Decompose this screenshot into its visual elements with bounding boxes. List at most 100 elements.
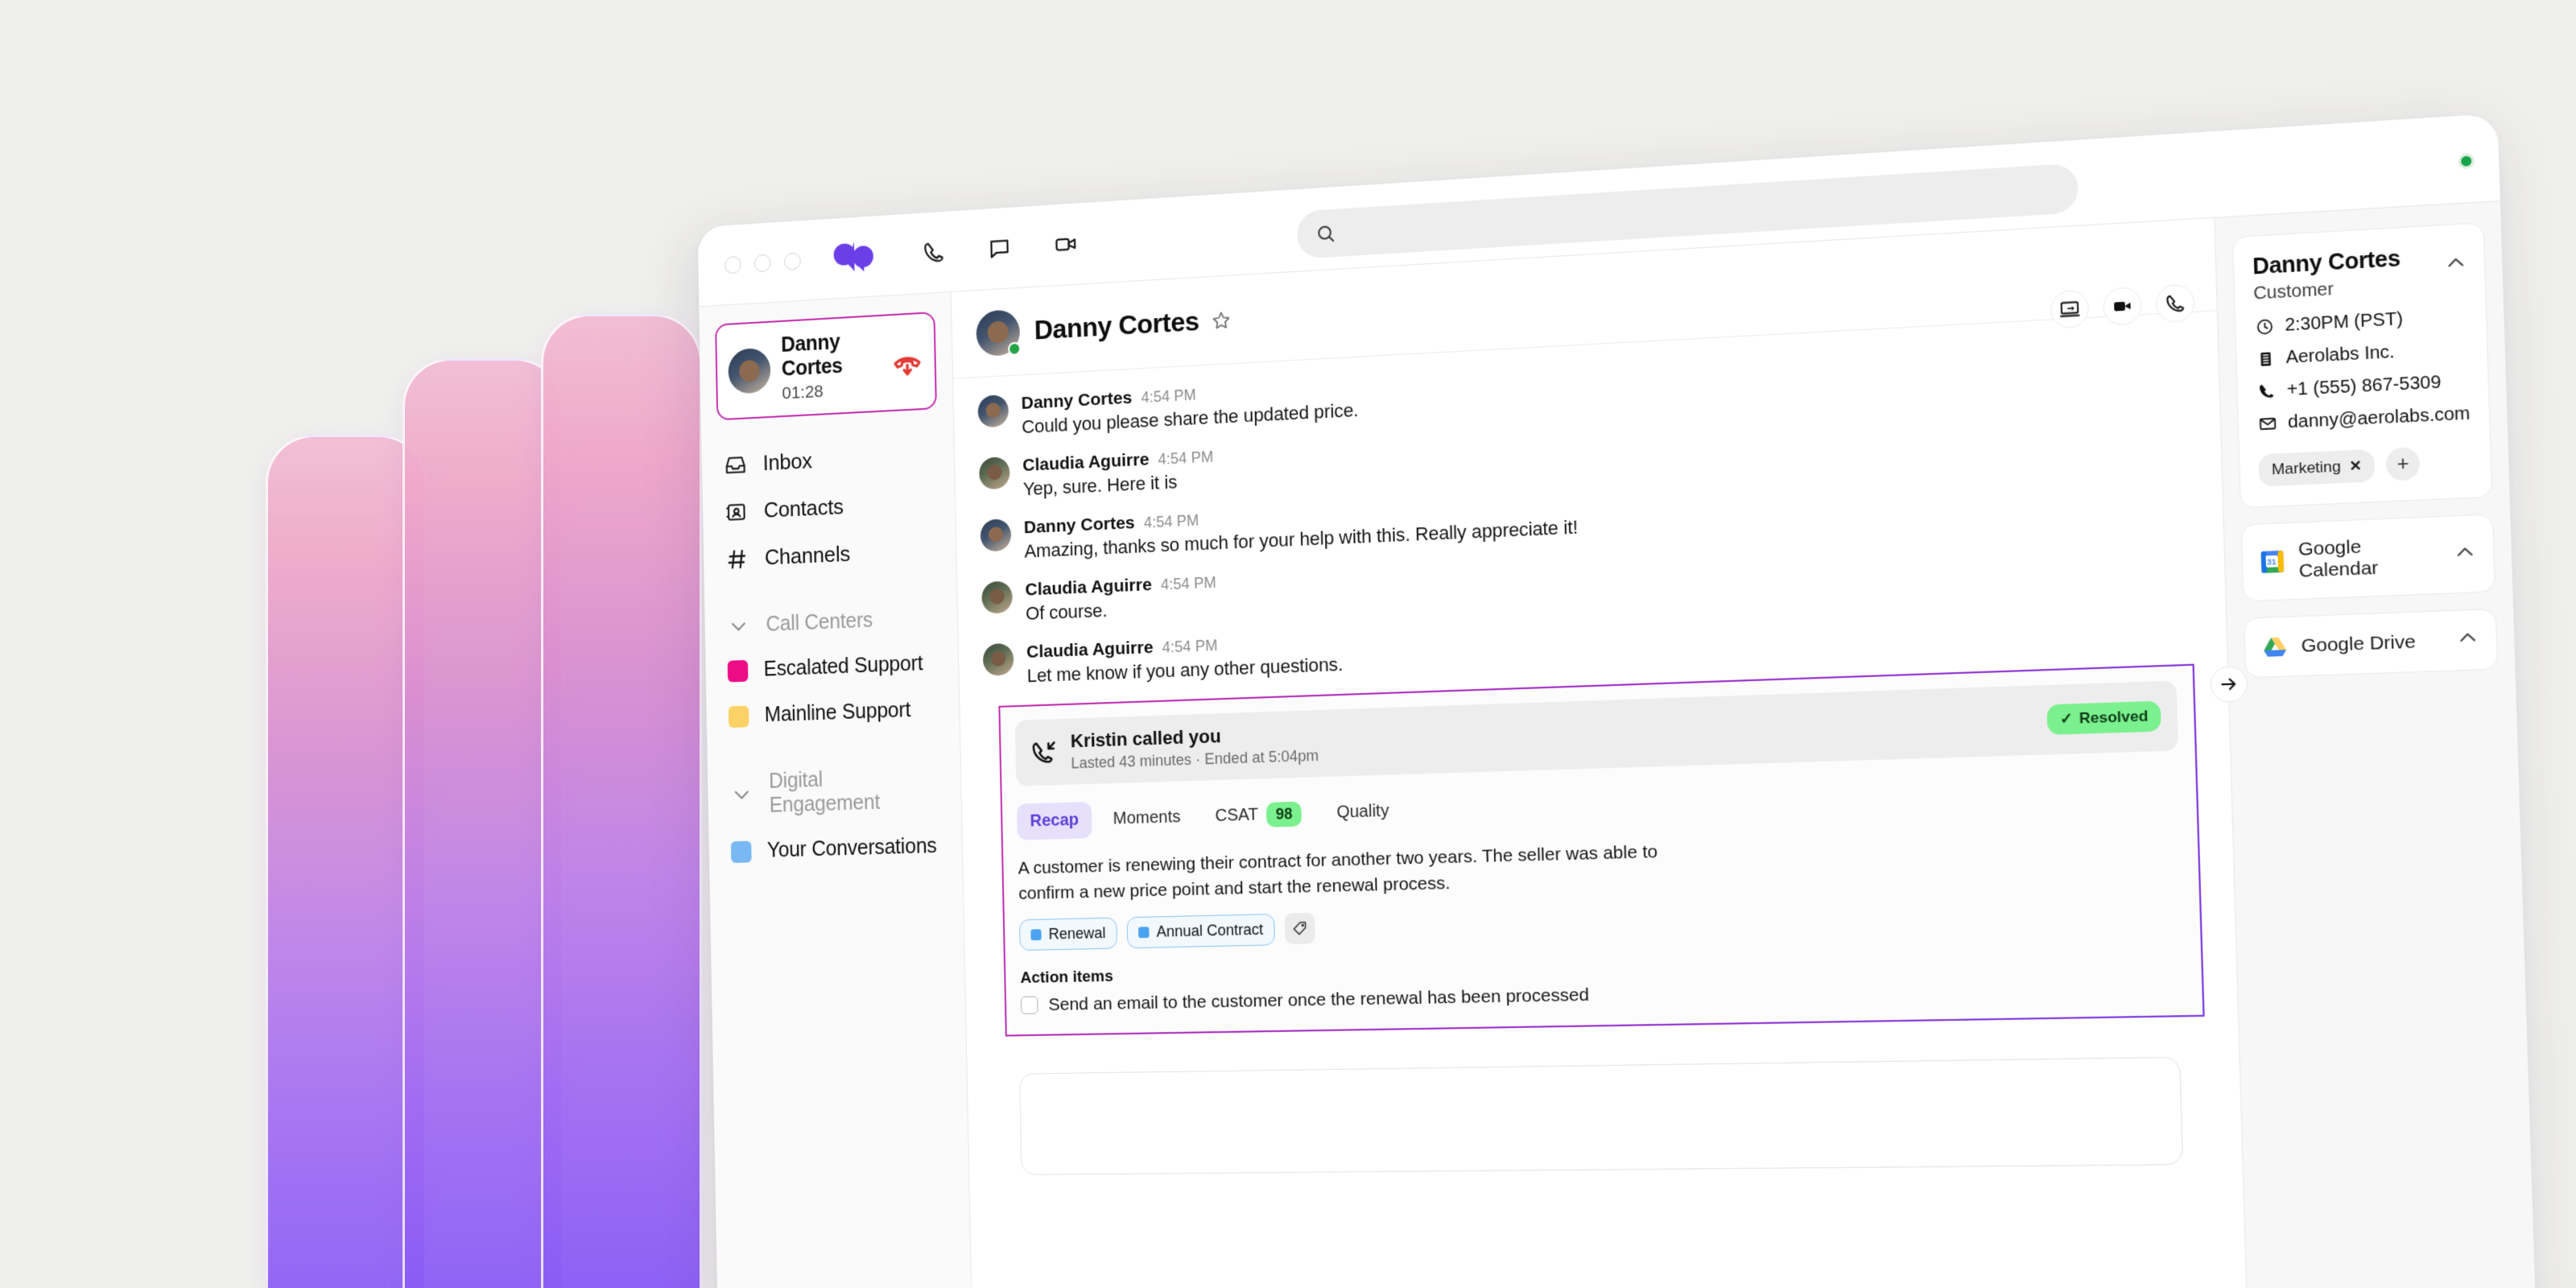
integration-name: Google Drive (2301, 630, 2417, 656)
app-window-wrapper: Danny Cortes 01:28 Inbox Contacts Channe… (697, 113, 2540, 1288)
tag-color-icon (1030, 928, 1042, 940)
gradient-card-2 (402, 358, 564, 1288)
tag-chip[interactable]: Renewal (1018, 917, 1118, 951)
active-call-timer: 01:28 (782, 382, 824, 403)
close-icon[interactable] (724, 255, 741, 275)
recap-summary-text: A customer is renewing their contract fo… (1018, 841, 1658, 904)
sidebar-item-escalated-support[interactable]: Escalated Support (721, 640, 943, 694)
tab-recap[interactable]: Recap (1016, 801, 1092, 840)
chevron-down-icon (730, 783, 754, 806)
tab-label: Moments (1113, 807, 1181, 828)
status-badge: ✓ Resolved (2046, 700, 2162, 735)
page-title: Danny Cortes (1034, 305, 1199, 345)
message-author: Claudia Aguirre (1025, 575, 1153, 600)
active-call-name: Danny Cortes (780, 330, 843, 381)
contact-detail-time: 2:30PM (PST) (2254, 306, 2467, 338)
action-item-checkbox[interactable] (1020, 996, 1038, 1015)
action-item-text: Send an email to the customer once the r… (1048, 985, 1590, 1014)
conversation-actions (2050, 283, 2195, 329)
avatar (982, 642, 1014, 676)
star-icon[interactable] (1210, 308, 1232, 332)
message-author: Danny Cortes (1021, 387, 1133, 414)
screen-share-icon[interactable] (2050, 289, 2090, 329)
presence-dot (1008, 341, 1022, 356)
chevron-up-icon[interactable] (2444, 251, 2467, 279)
building-icon (2255, 349, 2276, 369)
chevron-up-icon[interactable] (2456, 626, 2479, 654)
sidebar-item-label: Channels (764, 541, 851, 570)
conversation-panel: Danny Cortes Danny Cortes 4:54 PM Could … (951, 217, 2250, 1288)
right-panel: Danny Cortes Customer 2:30PM (PST) Aerol… (2210, 201, 2540, 1288)
sidebar-item-mainline-support[interactable]: Mainline Support (722, 686, 943, 740)
contact-detail-value: 2:30PM (PST) (2284, 309, 2404, 336)
video-icon[interactable] (1047, 225, 1084, 264)
hangup-icon[interactable] (891, 345, 923, 380)
status-badge-label: Resolved (2079, 707, 2149, 727)
tab-moments[interactable]: Moments (1100, 799, 1194, 838)
message-list: Danny Cortes 4:54 PM Could you please sh… (953, 311, 2250, 1288)
avatar (981, 580, 1013, 614)
avatar (728, 347, 771, 394)
google-drive-icon (2264, 636, 2287, 657)
sidebar-group-label: Call Centers (766, 608, 873, 637)
message-time: 4:54 PM (1143, 511, 1199, 531)
add-tag-button[interactable]: + (2385, 447, 2421, 481)
contact-tag-chip[interactable]: Marketing ✕ (2258, 448, 2376, 487)
screenshot-stage: Danny Cortes 01:28 Inbox Contacts Channe… (0, 0, 2576, 1288)
minimize-icon[interactable] (753, 254, 771, 272)
tab-csat[interactable]: CSAT 98 (1202, 792, 1315, 837)
app-window: Danny Cortes 01:28 Inbox Contacts Channe… (697, 113, 2540, 1288)
contact-detail-value: Aerolabs Inc. (2285, 342, 2395, 368)
avatar (976, 308, 1022, 357)
video-call-icon[interactable] (2103, 286, 2143, 326)
window-controls[interactable] (724, 251, 801, 275)
phone-call-icon[interactable] (2155, 283, 2195, 324)
phone-icon[interactable] (916, 233, 952, 271)
tag-label: Annual Contract (1156, 920, 1264, 940)
tab-label: Recap (1030, 810, 1080, 831)
contact-detail-company: Aerolabs Inc. (2255, 338, 2468, 369)
message-time: 4:54 PM (1141, 386, 1197, 407)
call-recap-card: Kristin called you Lasted 43 minutes · E… (998, 663, 2205, 1037)
sidebar-item-label: Escalated Support (763, 651, 923, 681)
contact-detail-value: danny@aerolabs.com (2287, 403, 2471, 433)
gradient-card-3 (541, 314, 702, 1288)
chevron-up-icon[interactable] (2454, 540, 2477, 568)
message-icon[interactable] (981, 229, 1018, 267)
dialpad-logo (833, 241, 874, 272)
close-icon[interactable]: ✕ (2349, 457, 2362, 476)
sidebar-item-channels[interactable]: Channels (719, 526, 940, 584)
tag-color-icon (1138, 926, 1150, 938)
recap-call-summary-bar: Kristin called you Lasted 43 minutes · E… (1014, 680, 2179, 786)
search-icon (1315, 223, 1335, 245)
integration-card-google-drive[interactable]: Google Drive (2244, 608, 2499, 679)
message-time: 4:54 PM (1158, 448, 1214, 469)
incoming-call-icon (1030, 737, 1058, 767)
contacts-icon (724, 499, 749, 525)
message-time: 4:54 PM (1160, 573, 1216, 593)
color-swatch-icon (730, 840, 752, 863)
tab-quality[interactable]: Quality (1323, 792, 1402, 832)
contact-detail-value: +1 (555) 867-5309 (2286, 372, 2442, 400)
maximize-icon[interactable] (783, 251, 801, 270)
avatar (978, 456, 1010, 490)
integration-name: Google Calendar (2297, 536, 2379, 582)
sidebar-item-your-conversations[interactable]: Your Conversations (724, 823, 947, 875)
app-body: Danny Cortes 01:28 Inbox Contacts Channe… (699, 200, 2540, 1288)
presence-indicator-dot (2458, 152, 2475, 170)
contact-detail-email[interactable]: danny@aerolabs.com (2257, 404, 2471, 435)
tag-chip[interactable]: Annual Contract (1126, 913, 1276, 948)
avatar (980, 518, 1012, 552)
integration-card-google-calendar[interactable]: 31 Google Calendar (2240, 514, 2496, 602)
contact-detail-phone[interactable]: +1 (555) 867-5309 (2256, 371, 2469, 402)
color-swatch-icon (727, 659, 749, 683)
tag-icon[interactable] (1284, 912, 1315, 945)
message-composer[interactable] (1018, 1056, 2184, 1175)
arrow-right-icon[interactable] (2210, 665, 2248, 704)
sidebar-group-digital-engagement[interactable]: Digital Engagement (723, 754, 945, 829)
inbox-icon (724, 452, 748, 477)
contact-tags: Marketing ✕ + (2258, 444, 2472, 487)
active-call-card[interactable]: Danny Cortes 01:28 (715, 311, 937, 421)
tab-label: Quality (1336, 801, 1389, 823)
check-icon: ✓ (2059, 710, 2074, 728)
